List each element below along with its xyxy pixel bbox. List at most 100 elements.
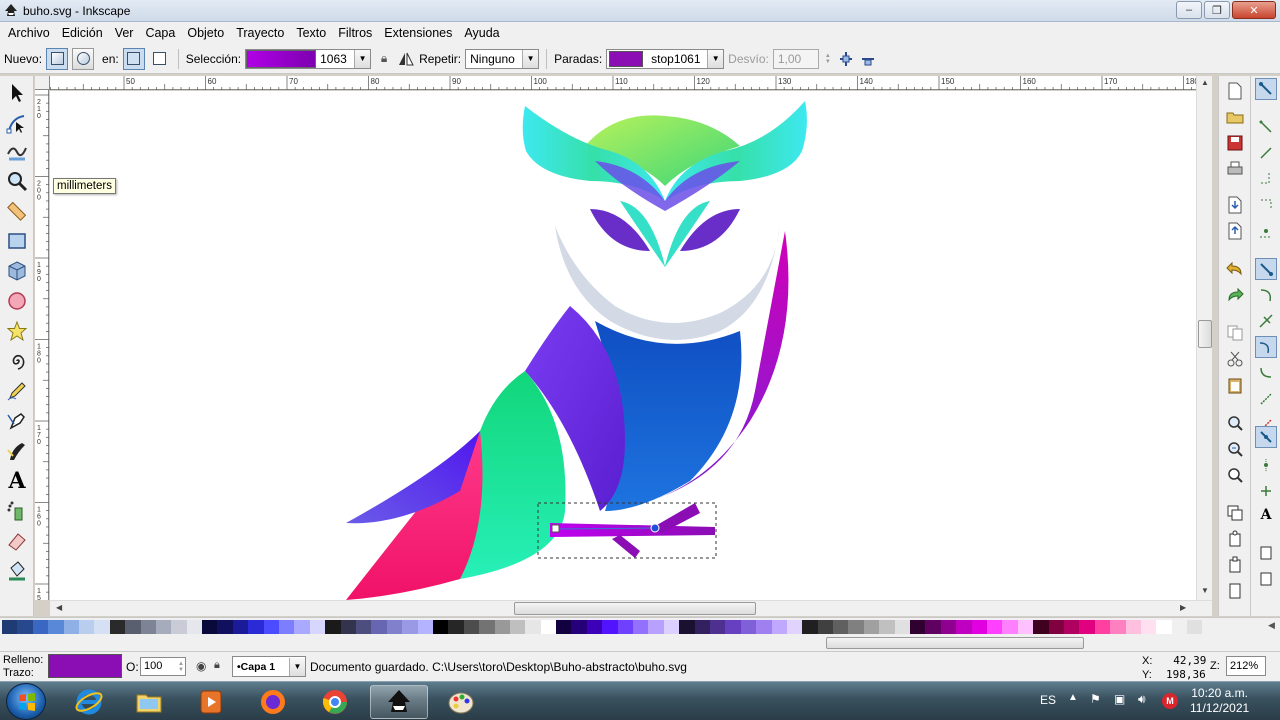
palette-swatch[interactable]: [894, 620, 911, 634]
maximize-button[interactable]: ❐: [1204, 1, 1230, 19]
palette-swatch[interactable]: [186, 620, 203, 634]
palette-swatch[interactable]: [540, 620, 557, 634]
menu-extensiones[interactable]: Extensiones: [378, 22, 458, 44]
snap-midpoints-icon[interactable]: [1255, 388, 1277, 410]
taskbar-inkscape[interactable]: [370, 685, 428, 719]
palette-swatch[interactable]: [17, 620, 33, 634]
spiral-tool[interactable]: [4, 348, 30, 374]
palette-swatch[interactable]: [494, 620, 510, 634]
palette-swatch[interactable]: [63, 620, 79, 634]
snap-bbox-midpoints-icon[interactable]: [1255, 194, 1277, 216]
palette-swatch[interactable]: [971, 620, 987, 634]
palette-swatch[interactable]: [402, 620, 418, 634]
palette-swatch[interactable]: [709, 620, 726, 634]
taskbar-internet-explorer[interactable]: [60, 685, 118, 719]
eye-visibility-icon[interactable]: ◉: [196, 659, 206, 673]
start-button[interactable]: [6, 683, 46, 720]
taskbar-media-player[interactable]: [182, 685, 240, 719]
export-icon[interactable]: [1226, 222, 1244, 240]
menu-objeto[interactable]: Objeto: [181, 22, 230, 44]
selector-tool[interactable]: [4, 80, 30, 106]
redo-icon[interactable]: [1226, 286, 1244, 304]
apply-stroke-toggle[interactable]: [148, 47, 171, 70]
zoom-spinbox[interactable]: 212%: [1226, 656, 1266, 676]
snap-nodes-icon[interactable]: [1255, 258, 1277, 280]
open-folder-icon[interactable]: [1226, 108, 1244, 126]
palette-swatch[interactable]: [155, 620, 172, 634]
palette-swatch[interactable]: [48, 620, 64, 634]
menu-texto[interactable]: Texto: [290, 22, 332, 44]
close-button[interactable]: ✕: [1232, 1, 1276, 19]
palette-swatch[interactable]: [309, 620, 326, 634]
spin-arrows-icon[interactable]: ▲ ▼: [176, 657, 186, 677]
palette-swatch[interactable]: [725, 620, 741, 634]
palette-swatch[interactable]: [32, 620, 49, 634]
print-icon[interactable]: [1226, 160, 1244, 178]
snap-text-baseline-icon[interactable]: A: [1255, 504, 1277, 526]
text-tool[interactable]: A: [4, 468, 30, 494]
cut-icon[interactable]: [1226, 350, 1244, 368]
palette-swatch[interactable]: [1063, 620, 1080, 634]
duplicate-icon[interactable]: [1226, 504, 1244, 522]
snap-bbox-centers-icon[interactable]: [1255, 220, 1277, 242]
palette-swatch[interactable]: [371, 620, 387, 634]
eraser-tool[interactable]: [4, 528, 30, 554]
palette-swatch[interactable]: [432, 620, 449, 634]
star-tool[interactable]: [4, 318, 30, 344]
palette-swatch[interactable]: [232, 620, 249, 634]
palette-swatch[interactable]: [633, 620, 649, 634]
paste-icon[interactable]: [1226, 376, 1244, 394]
palette-menu-icon[interactable]: ◀: [1268, 620, 1275, 631]
ellipse-tool[interactable]: [4, 288, 30, 314]
scroll-left-icon[interactable]: ◀: [56, 603, 62, 612]
menu-filtros[interactable]: Filtros: [332, 22, 378, 44]
palette-swatch[interactable]: [940, 620, 957, 634]
taskbar-firefox[interactable]: [244, 685, 302, 719]
palette-swatch[interactable]: [479, 620, 495, 634]
palette-swatch[interactable]: [679, 620, 695, 634]
offset-spinbox[interactable]: 1,00: [772, 48, 819, 69]
taskbar-file-explorer[interactable]: [120, 685, 178, 719]
palette-swatch[interactable]: [509, 620, 526, 634]
palette-swatch[interactable]: [1094, 620, 1111, 634]
menu-capa[interactable]: Capa: [139, 22, 181, 44]
spray-tool[interactable]: [4, 498, 30, 524]
palette-swatch[interactable]: [340, 620, 356, 634]
horizontal-scroll-thumb[interactable]: [514, 602, 756, 615]
snap-cusp-nodes-icon[interactable]: [1255, 336, 1277, 358]
palette-swatch[interactable]: [879, 620, 895, 634]
palette-swatch[interactable]: [109, 620, 126, 634]
insert-stop-icon[interactable]: [837, 50, 855, 68]
node-tool[interactable]: [4, 110, 30, 136]
snap-paths-icon[interactable]: [1255, 284, 1277, 306]
palette-swatch[interactable]: [94, 620, 110, 634]
palette-swatch[interactable]: [125, 620, 141, 634]
palette-swatch[interactable]: [448, 620, 464, 634]
new-radial-gradient-toggle[interactable]: [72, 47, 95, 70]
palette-swatch[interactable]: [263, 620, 280, 634]
new-document-icon[interactable]: [1226, 82, 1244, 100]
palette-swatch[interactable]: [910, 620, 926, 634]
group-icon[interactable]: [1226, 582, 1244, 600]
clone-icon[interactable]: [1226, 530, 1244, 548]
menu-archivo[interactable]: Archivo: [2, 22, 56, 44]
menu-trayecto[interactable]: Trayecto: [230, 22, 290, 44]
zoom-tool[interactable]: [4, 168, 30, 194]
minimize-button[interactable]: ‒: [1176, 1, 1202, 19]
vertical-ruler[interactable]: 210200190180170160150: [35, 90, 49, 609]
snap-bbox-icon[interactable]: [1255, 116, 1277, 138]
palette-swatch[interactable]: [1048, 620, 1064, 634]
repeat-combo[interactable]: Ninguno ▼: [465, 48, 540, 69]
zoom-page-icon[interactable]: [1226, 466, 1244, 484]
taskbar-chrome[interactable]: [306, 685, 364, 719]
palette-swatch[interactable]: [925, 620, 941, 634]
tweak-tool[interactable]: [4, 138, 30, 164]
new-linear-gradient-toggle[interactable]: [46, 47, 69, 70]
box3d-tool[interactable]: [4, 258, 30, 284]
palette-swatch[interactable]: [78, 620, 95, 634]
snap-grid-icon[interactable]: [1255, 568, 1277, 590]
palette-swatch[interactable]: [833, 620, 849, 634]
scroll-down-icon[interactable]: ▼: [1201, 586, 1209, 595]
horizontal-ruler[interactable]: 50 60 70 80 90 100 110 120 130 140 150 160 170 180: [50, 76, 1199, 90]
vertical-scroll-thumb[interactable]: [1198, 320, 1212, 348]
